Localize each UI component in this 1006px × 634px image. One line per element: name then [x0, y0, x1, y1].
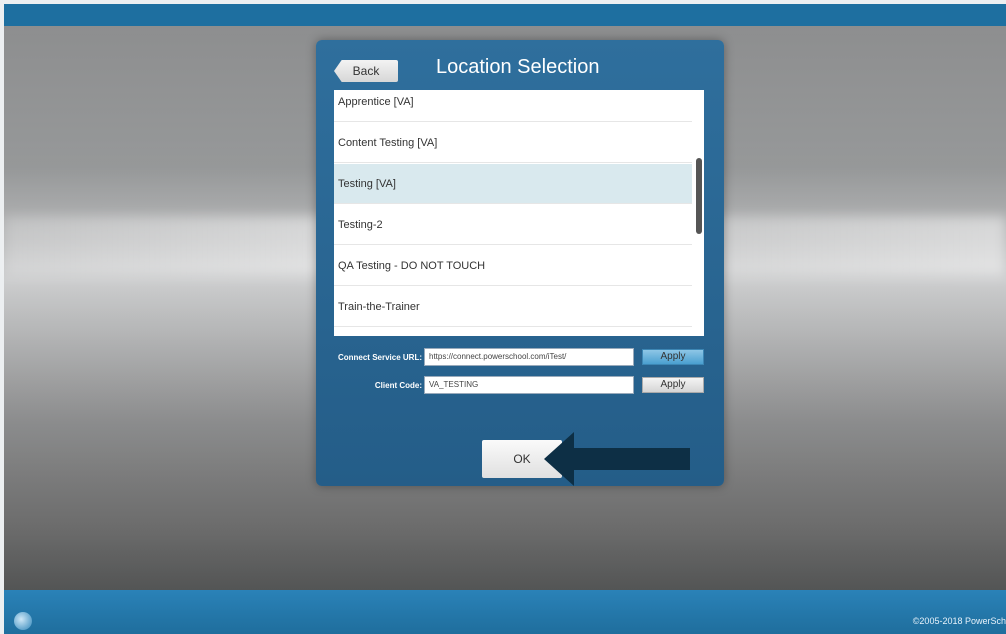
list-item[interactable]: Train-the-Trainer [334, 287, 692, 327]
list-item-selected[interactable]: Testing [VA] [334, 164, 692, 204]
client-code-label: Client Code: [374, 381, 422, 390]
client-code-input[interactable]: VA_TESTING [424, 376, 634, 394]
list-item[interactable]: Apprentice [VA] [334, 90, 692, 122]
apply-client-code-button[interactable]: Apply [642, 377, 704, 393]
list-scrollbar[interactable] [696, 158, 702, 234]
screen: ©2005-2018 PowerSch Back Location Select… [0, 0, 1006, 634]
connect-service-url-label: Connect Service URL: [337, 353, 422, 362]
connect-service-url-input[interactable]: https://connect.powerschool.com/iTest/ [424, 348, 634, 366]
list-item[interactable]: QA Testing - DO NOT TOUCH [334, 246, 692, 286]
apply-connect-url-button[interactable]: Apply [642, 349, 704, 365]
dialog-title: Location Selection [436, 56, 600, 78]
taskbar: ©2005-2018 PowerSch [4, 590, 1006, 634]
copyright-text: ©2005-2018 PowerSch [912, 616, 1006, 626]
list-item[interactable]: Testing-2 [334, 205, 692, 245]
start-orb-icon[interactable] [14, 612, 32, 630]
list-item[interactable]: Content Testing [VA] [334, 123, 692, 163]
location-selection-dialog: Back Location Selection Apprentice [VA] … [316, 40, 724, 486]
location-list[interactable]: Apprentice [VA] Content Testing [VA] Tes… [334, 90, 704, 336]
back-button[interactable]: Back [334, 60, 398, 82]
arrow-left-icon [544, 432, 690, 486]
